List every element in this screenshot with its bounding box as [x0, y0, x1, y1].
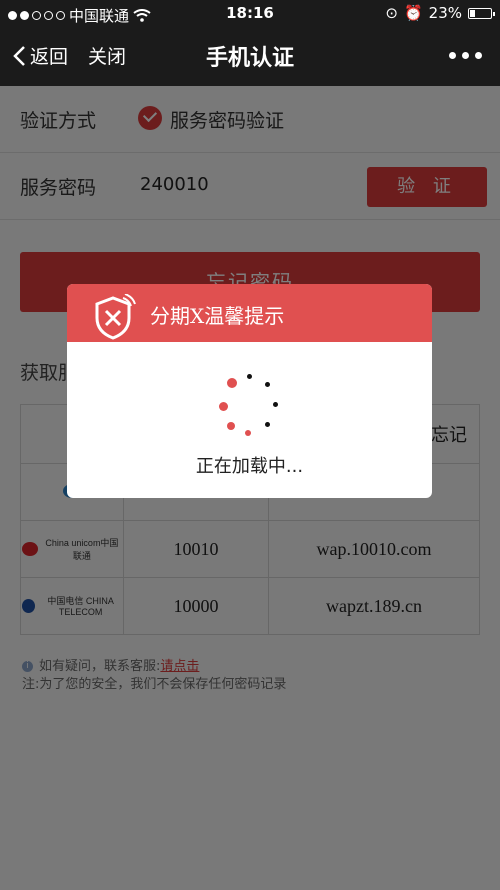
more-menu-icon[interactable] [449, 52, 482, 59]
alarm-icon: ⏰ [403, 4, 423, 22]
rotation-lock-icon: ⊙ [385, 4, 398, 22]
battery-icon [468, 7, 495, 19]
loading-dialog: 分期X温馨提示 正在加载中... [67, 284, 432, 498]
loading-spinner-icon [217, 372, 281, 436]
loading-text: 正在加载中... [195, 456, 304, 477]
dialog-title: 分期X温馨提示 [150, 304, 285, 328]
nav-bar: 返回 关闭 手机认证 [0, 28, 500, 86]
shield-icon [95, 294, 136, 340]
status-right: ⊙ ⏰ 23% [385, 4, 495, 22]
status-bar: 中国联通 18:16 ⊙ ⏰ 23% [0, 0, 500, 28]
page-title: 手机认证 [205, 46, 294, 71]
battery-percent: 23% [428, 4, 462, 22]
dialog-header: 分期X温馨提示 [67, 284, 432, 342]
